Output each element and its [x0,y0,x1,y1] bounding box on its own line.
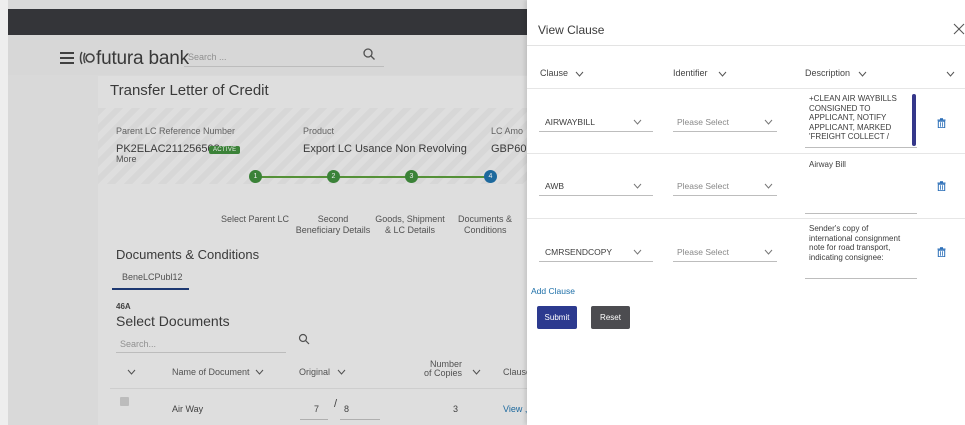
submit-button[interactable]: Submit [537,306,577,329]
identifier-value: Please Select [677,247,729,257]
clause-value: AWB [545,181,565,191]
chevron-down-icon[interactable] [764,183,773,189]
description-text: Sender's copy of international consignme… [809,224,901,262]
column-header-identifier[interactable]: Identifier [673,68,708,78]
view-clause-drawer: View Clause Clause Identifier Descriptio… [527,0,965,425]
drawer-title: View Clause [538,23,605,37]
add-clause-link[interactable]: Add Clause [531,286,575,296]
description-scrollbar[interactable] [912,94,916,146]
identifier-value: Please Select [677,181,729,191]
clause-value: AIRWAYBILL [545,117,595,127]
column-header-description[interactable]: Description [805,68,850,78]
chevron-down-icon[interactable] [718,71,727,77]
description-textarea[interactable]: +CLEAN AIR WAYBILLS CONSIGNED TO APPLICA… [805,92,917,148]
chevron-down-icon[interactable] [633,119,642,125]
chevron-down-icon[interactable] [764,249,773,255]
chevron-down-icon[interactable] [858,71,867,77]
chevron-down-icon[interactable] [575,71,584,77]
row-divider [527,153,965,154]
trash-icon[interactable] [937,181,946,191]
description-text: +CLEAN AIR WAYBILLS CONSIGNED TO APPLICA… [809,94,897,141]
drawer-divider [527,45,965,46]
identifier-select[interactable]: Please Select [673,176,777,196]
trash-icon[interactable] [937,118,946,128]
column-header-clause[interactable]: Clause [540,68,568,78]
chevron-down-icon[interactable] [633,183,642,189]
identifier-select[interactable]: Please Select [673,112,777,132]
clause-value: CMRSENDCOPY [545,247,613,257]
reset-button[interactable]: Reset [591,306,630,329]
modal-overlay [0,0,527,425]
trash-icon[interactable] [937,247,946,257]
identifier-select[interactable]: Please Select [673,242,777,262]
chevron-down-icon[interactable] [633,249,642,255]
header-divider [527,88,965,89]
close-icon[interactable] [953,23,965,35]
row-divider [527,218,965,219]
chevron-down-icon[interactable] [764,119,773,125]
description-text: Airway Bill [809,160,846,169]
identifier-value: Please Select [677,117,729,127]
description-textarea[interactable]: Sender's copy of international consignme… [805,222,917,279]
chevron-down-icon[interactable] [946,71,955,77]
description-textarea[interactable]: Airway Bill [805,158,917,214]
